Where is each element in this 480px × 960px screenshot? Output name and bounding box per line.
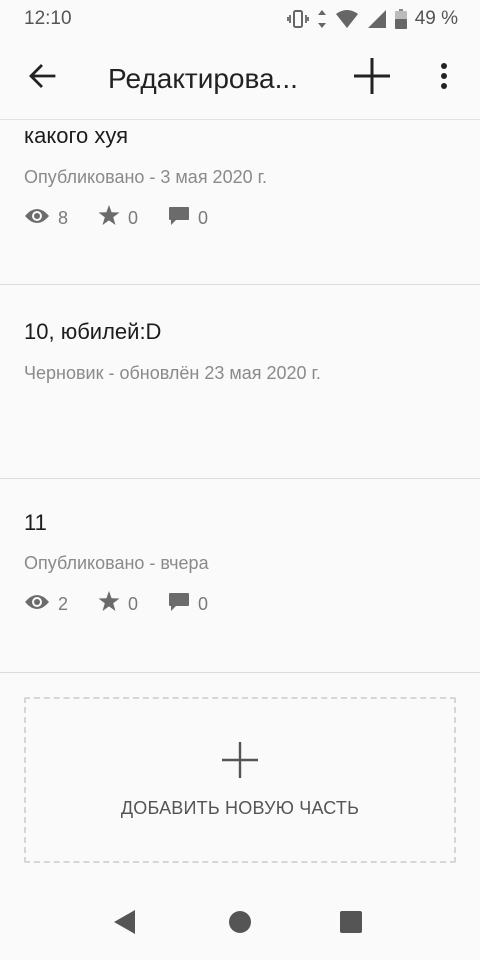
plus-icon: [353, 57, 391, 100]
circle-home-icon: [228, 910, 252, 939]
system-nav-bar: [0, 884, 480, 960]
views-count: 8: [58, 207, 69, 228]
battery-percent: 49 %: [414, 8, 458, 29]
comments-stat: 0: [168, 206, 208, 231]
views-stat: 2: [24, 593, 68, 616]
status-time: 12:10: [24, 8, 72, 29]
comments-stat: 0: [168, 592, 208, 617]
part-title: какого хуя: [24, 123, 129, 148]
comment-icon: [168, 592, 198, 617]
part-stats: 2 0 0: [24, 591, 238, 617]
votes-stat: 0: [98, 205, 138, 231]
star-icon: [98, 205, 128, 231]
comments-count: 0: [198, 593, 209, 614]
parts-list: какого хуя Опубликовано - 3 мая 2020 г. …: [0, 121, 480, 673]
triangle-back-icon: [113, 909, 137, 940]
votes-count: 0: [128, 593, 139, 614]
page-title: Редактирова...: [108, 62, 298, 94]
add-new-part-button[interactable]: ДОБАВИТЬ НОВУЮ ЧАСТЬ: [24, 697, 456, 863]
status-icons: 49 %: [286, 8, 458, 30]
comments-count: 0: [198, 207, 209, 228]
list-item[interactable]: 10, юбилей:D Черновик - обновлён 23 мая …: [0, 285, 480, 479]
app-bar: Редактирова...: [0, 38, 480, 120]
nav-recents-button[interactable]: [337, 910, 365, 938]
status-bar: 12:10 49 %: [0, 0, 480, 38]
eye-icon: [24, 593, 58, 616]
views-count: 2: [58, 593, 69, 614]
nav-back-button[interactable]: [111, 909, 139, 940]
part-status: Опубликовано - 3 мая 2020 г.: [24, 167, 267, 187]
back-arrow-icon: [28, 62, 56, 95]
list-item[interactable]: какого хуя Опубликовано - 3 мая 2020 г. …: [0, 121, 480, 285]
plus-icon: [221, 741, 259, 784]
back-button[interactable]: [0, 38, 84, 120]
part-status: Черновик - обновлён 23 мая 2020 г.: [24, 363, 321, 383]
list-item[interactable]: 11 Опубликовано - вчера 2 0 0: [0, 479, 480, 673]
part-title: 11: [24, 510, 47, 535]
more-options-button[interactable]: [420, 54, 468, 102]
comment-icon: [168, 206, 198, 231]
vibrate-icon: [286, 9, 309, 29]
data-arrows-icon: [317, 9, 327, 29]
part-status: Опубликовано - вчера: [24, 553, 209, 573]
wifi-icon: [335, 9, 359, 29]
part-stats: 8 0 0: [24, 205, 238, 231]
votes-count: 0: [128, 207, 139, 228]
votes-stat: 0: [98, 591, 138, 617]
eye-icon: [24, 207, 58, 230]
part-title: 10, юбилей:D: [24, 319, 162, 344]
signal-icon: [367, 9, 387, 29]
nav-home-button[interactable]: [226, 910, 254, 938]
views-stat: 8: [24, 207, 68, 230]
add-part-toolbar-button[interactable]: [348, 54, 396, 102]
battery-icon: [394, 9, 407, 29]
star-icon: [98, 591, 128, 617]
more-vert-icon: [440, 62, 448, 95]
square-recents-icon: [339, 910, 363, 939]
add-new-part-label: ДОБАВИТЬ НОВУЮ ЧАСТЬ: [120, 798, 360, 818]
